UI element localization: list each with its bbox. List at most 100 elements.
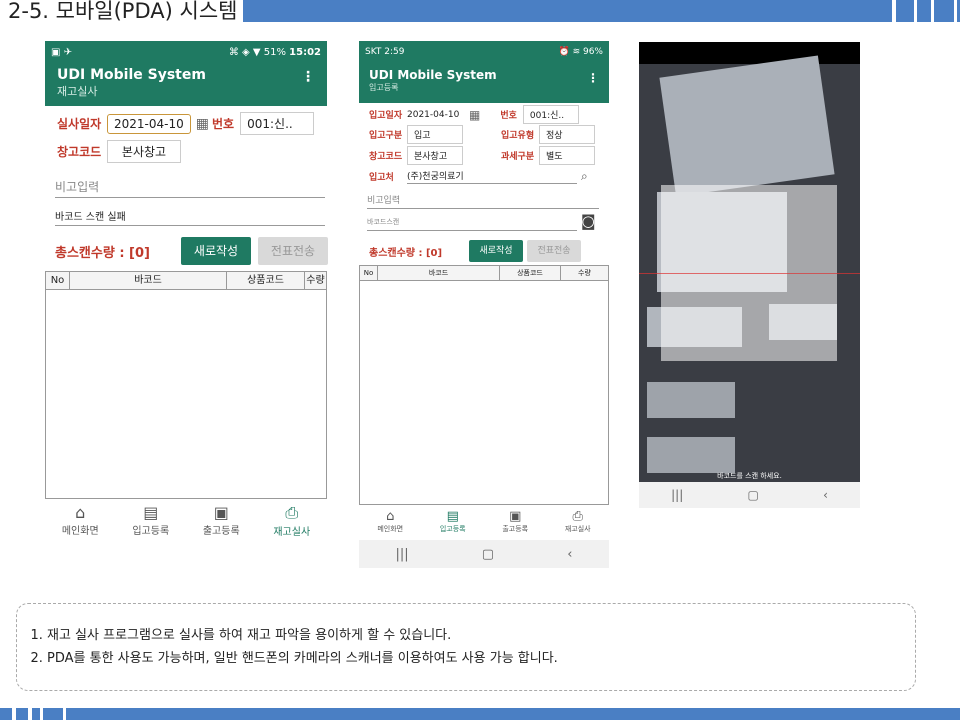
system-nav-bar: ||| ▢ ‹ bbox=[639, 482, 860, 508]
bottom-nav: ⌂ 메인화면 ▤ 입고등록 ▣ 출고등록 ⎙ 재고실사 bbox=[45, 503, 327, 538]
footer-bar bbox=[0, 708, 960, 720]
scan-table: No 바코드 상품코드 수량 bbox=[359, 265, 609, 505]
paper-sheet bbox=[659, 55, 835, 197]
tax-label: 과세구분 bbox=[501, 152, 535, 162]
battery-level: 51% bbox=[263, 46, 286, 58]
nav-inventory[interactable]: ⎙ 재고실사 bbox=[565, 509, 591, 534]
warehouse-label: 창고코드 bbox=[369, 152, 403, 162]
table-header: No 바코드 상품코드 수량 bbox=[360, 266, 608, 281]
barcode-input[interactable]: 바코드스캔 bbox=[367, 217, 577, 231]
send-button[interactable]: 전표전송 bbox=[258, 237, 328, 265]
nav-shipping-label: 출고등록 bbox=[202, 526, 240, 537]
nav-receiving[interactable]: ▤ 입고등록 bbox=[132, 503, 169, 538]
column-qty: 수량 bbox=[578, 269, 591, 277]
shipping-icon: ▣ bbox=[509, 509, 522, 524]
nav-inventory-label: 재고실사 bbox=[273, 527, 311, 538]
nav-receiving[interactable]: ▤ 입고등록 bbox=[440, 509, 466, 534]
calendar-icon[interactable]: ▦ bbox=[469, 108, 480, 122]
nav-home[interactable]: ⌂ 메인화면 bbox=[377, 509, 403, 534]
shipping-icon: ▣ bbox=[213, 503, 229, 522]
back-icon[interactable]: ‹ bbox=[823, 488, 828, 502]
camera-scan-photo: 바코드를 스캔 하세요. ||| ▢ ‹ bbox=[639, 42, 860, 508]
clipboard-icon: ▤ bbox=[143, 503, 159, 522]
kind-label: 입고유형 bbox=[501, 131, 535, 141]
warehouse-field[interactable]: 본사창고 bbox=[107, 140, 181, 163]
more-menu-icon[interactable]: ⋮ bbox=[301, 69, 315, 85]
column-barcode: 바코드 bbox=[70, 272, 227, 289]
column-product-code: 상품코드 bbox=[500, 266, 561, 280]
nav-shipping-label: 출고등록 bbox=[502, 525, 529, 533]
nav-inventory-label: 재고실사 bbox=[564, 525, 591, 533]
kind-field[interactable]: 정상 bbox=[539, 125, 595, 144]
date-label: 실사일자 bbox=[57, 117, 102, 131]
warehouse-label: 창고코드 bbox=[57, 145, 102, 159]
column-no: No bbox=[46, 272, 70, 289]
status-icons-left: ▣ ✈ bbox=[51, 46, 73, 58]
nav-home-label: 메인화면 bbox=[61, 526, 99, 537]
status-bar: SKT 2:59 ⏰ ≋ 96% bbox=[359, 41, 609, 63]
status-icons-right: ⌘ ◈ ▼ 51% 15:02 bbox=[228, 46, 321, 58]
home-icon: ⌂ bbox=[386, 509, 395, 524]
number-field[interactable]: 001:신.. bbox=[240, 112, 315, 135]
clipboard-icon: ▤ bbox=[446, 509, 459, 524]
scanner-icon: ⎙ bbox=[572, 509, 583, 524]
barcode-status-field[interactable]: 바코드 스캔 실패 bbox=[55, 208, 325, 226]
camera-icon[interactable]: ◙ bbox=[581, 212, 596, 230]
nav-receiving-label: 입고등록 bbox=[439, 525, 466, 533]
back-icon[interactable]: ‹ bbox=[567, 547, 572, 562]
tax-field[interactable]: 별도 bbox=[539, 146, 595, 165]
recent-apps-icon[interactable]: ||| bbox=[671, 488, 683, 502]
remark-input[interactable]: 비고입력 bbox=[55, 178, 325, 198]
column-no: No bbox=[360, 266, 378, 280]
scan-line bbox=[639, 273, 860, 274]
nav-shipping[interactable]: ▣ 출고등록 bbox=[502, 509, 528, 534]
warehouse-field[interactable]: 본사창고 bbox=[407, 146, 463, 165]
barcode-sticker bbox=[647, 382, 735, 418]
column-barcode: 바코드 bbox=[378, 266, 500, 280]
bottom-nav: ⌂ 메인화면 ▤ 입고등록 ▣ 출고등록 ⎙ 재고실사 bbox=[359, 509, 609, 534]
scan-caption: 바코드를 스캔 하세요. bbox=[717, 472, 782, 480]
nav-home-label: 메인화면 bbox=[377, 525, 404, 533]
type-field[interactable]: 입고 bbox=[407, 125, 463, 144]
calendar-icon[interactable]: ▦ bbox=[196, 116, 209, 132]
page-title: 2-5. 모바일(PDA) 시스템 bbox=[0, 0, 244, 24]
supplier-field[interactable]: (주)천궁의료기 bbox=[407, 168, 577, 184]
home-button-icon[interactable]: ▢ bbox=[482, 547, 494, 562]
send-button[interactable]: 전표전송 bbox=[527, 240, 581, 262]
barcode-sticker bbox=[647, 437, 735, 473]
title-decoration bbox=[896, 0, 960, 22]
phone-receiving-screen: SKT 2:59 ⏰ ≋ 96% UDI Mobile System 입고등록 … bbox=[359, 41, 609, 568]
clock: 15:02 bbox=[289, 46, 321, 58]
camera-topbar bbox=[639, 42, 860, 64]
total-scan-count: 총스캔수량 : [0] bbox=[55, 245, 150, 261]
more-menu-icon[interactable]: ⋮ bbox=[587, 71, 599, 85]
date-field[interactable]: 2021-04-10 bbox=[407, 107, 469, 122]
new-button[interactable]: 새로작성 bbox=[181, 237, 251, 265]
table-header: No 바코드 상품코드 수량 bbox=[46, 272, 326, 290]
new-button[interactable]: 새로작성 bbox=[469, 240, 523, 262]
battery-level: 96% bbox=[582, 47, 603, 57]
screen-subtitle: 재고실사 bbox=[57, 85, 98, 98]
type-label: 입고구분 bbox=[369, 131, 403, 141]
supplier-search-icon[interactable]: ⌕ bbox=[581, 169, 588, 184]
column-product-code: 상품코드 bbox=[227, 272, 305, 289]
date-field[interactable]: 2021-04-10 bbox=[107, 113, 191, 134]
app-header: UDI Mobile System 입고등록 ⋮ bbox=[359, 63, 609, 103]
system-nav-bar: ||| ▢ ‹ bbox=[359, 540, 609, 568]
number-label: 번호 bbox=[211, 117, 235, 131]
nav-shipping[interactable]: ▣ 출고등록 bbox=[203, 503, 240, 538]
remark-input[interactable]: 비고입력 bbox=[367, 193, 599, 209]
nav-inventory[interactable]: ⎙ 재고실사 bbox=[273, 503, 310, 538]
scanner-icon: ⎙ bbox=[285, 503, 299, 522]
recent-apps-icon[interactable]: ||| bbox=[396, 547, 409, 562]
screen-subtitle: 입고등록 bbox=[369, 83, 399, 92]
nav-home[interactable]: ⌂ 메인화면 bbox=[62, 503, 99, 538]
column-qty: 수량 bbox=[306, 275, 325, 286]
carrier-time: SKT 2:59 bbox=[365, 47, 405, 57]
number-label: 번호 bbox=[500, 111, 517, 121]
home-button-icon[interactable]: ▢ bbox=[747, 488, 758, 502]
supplier-label: 입고처 bbox=[369, 172, 394, 183]
status-icons: ⏰ ≋ 96% bbox=[558, 47, 603, 57]
description-box: 재고 실사 프로그램으로 실사를 하여 재고 파악을 용이하게 할 수 있습니다… bbox=[16, 603, 916, 691]
number-field[interactable]: 001:신.. bbox=[522, 105, 579, 124]
